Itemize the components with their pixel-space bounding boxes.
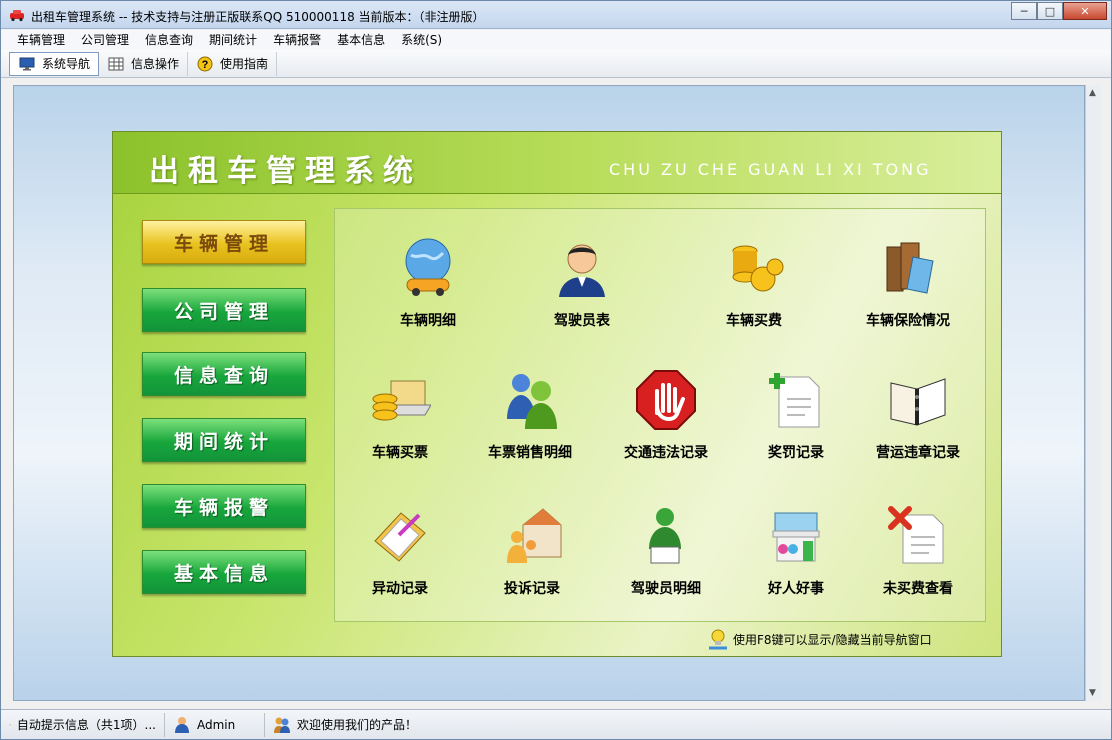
- tile-operation-violation[interactable]: 营运违章记录: [853, 369, 983, 462]
- menu-vehicle-alarm[interactable]: 车辆报警: [265, 30, 329, 50]
- f8-hint: 使用F8键可以显示/隐藏当前导航窗口: [707, 628, 932, 650]
- tile-traffic-violation[interactable]: 交通违法记录: [601, 369, 731, 462]
- menu-period-stats[interactable]: 期间统计: [201, 30, 265, 50]
- scroll-down-arrow-icon[interactable]: ▼: [1089, 688, 1096, 698]
- navigation-panel: 出租车管理系统 CHU ZU CHE GUAN LI XI TONG 车辆管理 …: [112, 131, 1002, 657]
- reader-icon: [649, 508, 681, 564]
- status-user: Admin: [165, 712, 265, 737]
- tab-user-guide[interactable]: ? 使用指南: [188, 51, 278, 76]
- binder-icon: [890, 378, 946, 426]
- user-icon: [175, 716, 189, 733]
- menu-basic-info[interactable]: 基本信息: [329, 30, 393, 50]
- panel-title: 出租车管理系统: [149, 154, 422, 189]
- tile-complaint-record-label: 投诉记录: [504, 581, 560, 597]
- tile-complaint-record[interactable]: 投诉记录: [467, 505, 597, 598]
- tab-user-guide-label: 使用指南: [220, 57, 269, 71]
- nav-period-stats[interactable]: 期间统计: [142, 418, 306, 462]
- panel-header: 出租车管理系统 CHU ZU CHE GUAN LI XI TONG: [113, 132, 1001, 194]
- tile-unpaid-fee-view-label: 未买费查看: [883, 581, 953, 597]
- menu-company-management[interactable]: 公司管理: [73, 30, 137, 50]
- f8-hint-text: 使用F8键可以显示/隐藏当前导航窗口: [733, 632, 932, 647]
- tile-vehicle-details-label: 车辆明细: [400, 313, 456, 329]
- driver-icon: [559, 244, 605, 297]
- svg-text:?: ?: [202, 59, 209, 71]
- tile-driver-list[interactable]: 驾驶员表: [517, 237, 647, 330]
- status-bar: 自动提示信息（共1项）... Admin 欢迎使用我们的产品！: [1, 709, 1111, 739]
- maximize-button[interactable]: □: [1037, 2, 1063, 20]
- menu-system[interactable]: 系统(S): [393, 30, 450, 50]
- clipboard-icon: [374, 512, 426, 562]
- tile-vehicle-fee-label: 车辆买费: [726, 313, 782, 329]
- nav-vehicle-alarm[interactable]: 车辆报警: [142, 484, 306, 528]
- menu-vehicle-management[interactable]: 车辆管理: [9, 30, 73, 50]
- tile-operation-violation-label: 营运违章记录: [876, 445, 960, 461]
- minimize-button[interactable]: ─: [1011, 2, 1037, 20]
- menu-bar: 车辆管理 公司管理 信息查询 期间统计 车辆报警 基本信息 系统(S): [1, 30, 1111, 50]
- lightbulb-icon: [709, 629, 727, 650]
- tile-driver-list-label: 驾驶员表: [554, 313, 610, 329]
- laptop-coins-icon: [372, 380, 432, 421]
- nav-info-query[interactable]: 信息查询: [142, 352, 306, 396]
- tile-reward-penalty[interactable]: 奖罚记录: [731, 369, 861, 462]
- app-window: 出租车管理系统 -- 技术支持与注册正版联系QQ 510000118 当前版本：…: [0, 0, 1112, 740]
- users-icon: [274, 717, 290, 733]
- status-auto-info[interactable]: 自动提示信息（共1项）...: [1, 712, 165, 737]
- document-plus-icon: [769, 373, 820, 428]
- taxi-app-icon: [10, 10, 24, 22]
- tile-driver-details-label: 驾驶员明细: [631, 581, 701, 597]
- house-people-icon: [507, 508, 562, 563]
- stop-hand-icon: [636, 370, 696, 430]
- tile-vehicle-insurance[interactable]: 车辆保险情况: [843, 237, 973, 330]
- help-icon: ?: [196, 56, 214, 72]
- vertical-scrollbar[interactable]: ▲ ▼: [1085, 85, 1101, 701]
- tab-info-operation-label: 信息操作: [131, 57, 180, 71]
- grid-icon: [107, 56, 125, 72]
- nav-company-management[interactable]: 公司管理: [142, 288, 306, 332]
- books-icon: [886, 242, 934, 294]
- toolbar: 系统导航 信息操作 ? 使用指南: [1, 50, 1111, 78]
- status-welcome: 欢迎使用我们的产品！: [265, 713, 425, 737]
- tile-vehicle-ticket-label: 车辆买票: [372, 445, 428, 461]
- close-button[interactable]: ✕: [1063, 2, 1107, 20]
- tab-system-navigation-label: 系统导航: [42, 57, 91, 71]
- tile-good-deeds[interactable]: 好人好事: [731, 505, 861, 598]
- tile-change-record[interactable]: 异动记录: [335, 505, 465, 598]
- tile-ticket-sales-details[interactable]: 车票销售明细: [465, 369, 595, 462]
- nav-vehicle-management[interactable]: 车辆管理: [142, 220, 306, 264]
- tile-vehicle-details[interactable]: 车辆明细: [363, 237, 493, 330]
- monitor-icon: [18, 56, 36, 72]
- nav-basic-info[interactable]: 基本信息: [142, 550, 306, 594]
- window-controls: ─ □ ✕: [1011, 2, 1107, 21]
- tile-traffic-violation-label: 交通违法记录: [624, 445, 708, 461]
- tile-good-deeds-label: 好人好事: [768, 581, 824, 597]
- panel-subtitle: CHU ZU CHE GUAN LI XI TONG: [609, 160, 932, 179]
- tile-ticket-sales-details-label: 车票销售明细: [488, 445, 572, 461]
- title-bar: 出租车管理系统 -- 技术支持与注册正版联系QQ 510000118 当前版本：…: [1, 1, 1111, 29]
- store-icon: [772, 512, 820, 562]
- tile-vehicle-ticket[interactable]: 车辆买票: [335, 369, 465, 462]
- tile-unpaid-fee-view[interactable]: 未买费查看: [853, 505, 983, 598]
- tile-vehicle-fee[interactable]: 车辆买费: [689, 237, 819, 330]
- function-grid: 车辆明细 驾驶员表 车辆买费 车辆保险情况 车辆买票 车票销售明细 交通违法记录…: [334, 208, 986, 622]
- coins-icon: [732, 245, 784, 292]
- window-title: 出租车管理系统 -- 技术支持与注册正版联系QQ 510000118 当前版本：…: [31, 10, 485, 24]
- document-x-icon: [888, 506, 944, 564]
- status-welcome-text: 欢迎使用我们的产品！: [297, 718, 418, 732]
- scroll-up-arrow-icon[interactable]: ▲: [1089, 88, 1096, 98]
- tile-change-record-label: 异动记录: [372, 581, 428, 597]
- globe-car-icon: [405, 238, 451, 296]
- tile-reward-penalty-label: 奖罚记录: [768, 445, 824, 461]
- tile-driver-details[interactable]: 驾驶员明细: [601, 505, 731, 598]
- menu-info-query[interactable]: 信息查询: [137, 30, 201, 50]
- status-user-text: Admin: [197, 717, 236, 732]
- users-icon: [507, 374, 557, 429]
- status-auto-info-text: 自动提示信息（共1项）...: [16, 718, 156, 732]
- tab-info-operation[interactable]: 信息操作: [99, 51, 189, 76]
- tab-system-navigation[interactable]: 系统导航: [9, 51, 100, 76]
- tile-vehicle-insurance-label: 车辆保险情况: [866, 313, 950, 329]
- lightbulb-icon: [9, 723, 11, 726]
